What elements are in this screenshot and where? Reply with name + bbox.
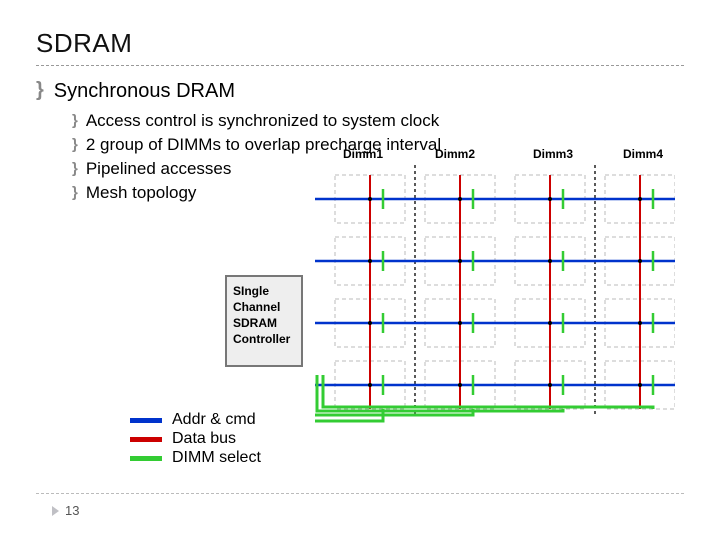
dimm-label: Dimm1 bbox=[343, 147, 383, 161]
title-underline bbox=[36, 65, 684, 66]
sub-bullet: } Access control is synchronized to syst… bbox=[72, 110, 684, 132]
controller-line: SIngle bbox=[233, 283, 295, 299]
diagram-icon: SIngle Channel SDRAM Controller Dimm1 Di… bbox=[225, 165, 684, 460]
bullet-mark-icon: } bbox=[72, 182, 78, 204]
bullet-mark-icon: } bbox=[36, 78, 44, 102]
controller-box: SIngle Channel SDRAM Controller bbox=[225, 275, 303, 367]
page-number-text: 13 bbox=[65, 503, 79, 518]
controller-line: SDRAM bbox=[233, 315, 295, 331]
legend-label: DIMM select bbox=[172, 449, 261, 467]
dimm-label: Dimm3 bbox=[533, 147, 573, 161]
controller-line: Channel bbox=[233, 299, 295, 315]
slide-title: SDRAM bbox=[36, 28, 684, 59]
mesh-diagram-icon bbox=[315, 165, 675, 425]
legend-row: Addr & cmd bbox=[130, 411, 261, 429]
sub-bullet-text: 2 group of DIMMs to overlap precharge in… bbox=[86, 134, 441, 156]
footer-divider bbox=[36, 493, 684, 494]
legend-label: Data bus bbox=[172, 430, 236, 448]
legend-row: Data bus bbox=[130, 430, 261, 448]
main-bullet: } Synchronous DRAM bbox=[36, 78, 684, 104]
sub-bullet-text: Mesh topology bbox=[86, 182, 197, 204]
legend-label: Addr & cmd bbox=[172, 411, 256, 429]
sub-bullet-text: Pipelined accesses bbox=[86, 158, 232, 180]
triangle-icon bbox=[52, 506, 59, 516]
legend-swatch-icon bbox=[130, 418, 162, 423]
legend-row: DIMM select bbox=[130, 449, 261, 467]
bullet-mark-icon: } bbox=[72, 158, 78, 180]
controller-line: Controller bbox=[233, 331, 295, 347]
bullet-mark-icon: } bbox=[72, 134, 78, 156]
legend-swatch-icon bbox=[130, 437, 162, 442]
legend: Addr & cmd Data bus DIMM select bbox=[130, 411, 261, 468]
legend-swatch-icon bbox=[130, 456, 162, 461]
sub-bullet-text: Access control is synchronized to system… bbox=[86, 110, 439, 132]
dimm-label: Dimm4 bbox=[623, 147, 663, 161]
bullet-mark-icon: } bbox=[72, 110, 78, 132]
page-number: 13 bbox=[52, 503, 79, 518]
dimm-label: Dimm2 bbox=[435, 147, 475, 161]
main-bullet-text: Synchronous DRAM bbox=[54, 78, 235, 104]
